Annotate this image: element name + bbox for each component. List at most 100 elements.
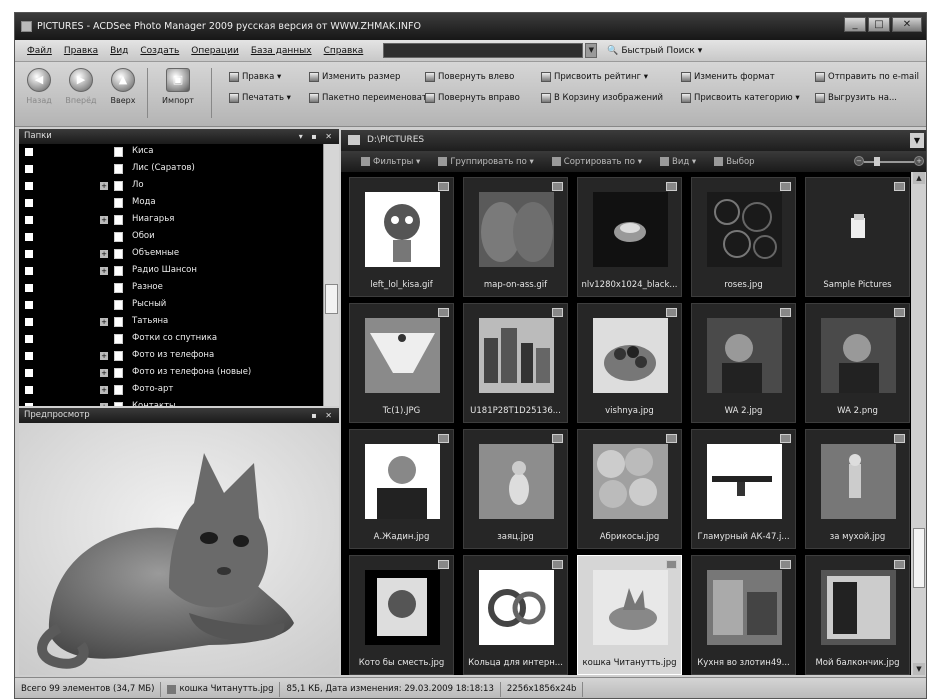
zoom-out-icon[interactable]: − xyxy=(854,156,864,166)
folder-checkbox[interactable] xyxy=(25,301,33,309)
expand-icon[interactable]: + xyxy=(100,352,108,360)
folder-checkbox[interactable] xyxy=(25,199,33,207)
thumbnail-tile[interactable]: WA 2.png xyxy=(805,303,910,423)
folder-checkbox[interactable] xyxy=(25,352,33,360)
thumbnail-size-slider[interactable]: − + xyxy=(854,156,924,167)
thumbnail-tile[interactable]: Кото бы сместь.jpg xyxy=(349,555,454,675)
send-email-button[interactable]: Отправить по e-mail xyxy=(815,72,919,82)
expand-icon[interactable]: + xyxy=(100,216,108,224)
menu-create[interactable]: Создать xyxy=(140,46,179,56)
thumbnail-tile[interactable]: left_lol_kisa.gif xyxy=(349,177,454,297)
close-button[interactable]: ✕ xyxy=(892,17,922,32)
folder-checkbox[interactable] xyxy=(25,318,33,326)
thumbnail-tile[interactable]: U181P28T1D25136... xyxy=(463,303,568,423)
folder-checkbox[interactable] xyxy=(25,369,33,377)
menu-help[interactable]: Справка xyxy=(324,46,364,56)
path-dropdown[interactable]: ▼ xyxy=(910,133,924,148)
resize-button[interactable]: Изменить размер xyxy=(309,72,400,82)
expand-icon[interactable]: + xyxy=(100,386,108,394)
folder-item[interactable]: Лис (Саратов) xyxy=(19,161,339,178)
folder-checkbox[interactable] xyxy=(25,386,33,394)
scroll-up-icon[interactable]: ▲ xyxy=(913,172,925,184)
expand-icon[interactable]: + xyxy=(100,403,108,406)
folder-item[interactable]: + Объемные xyxy=(19,246,339,263)
folder-item[interactable]: Киса xyxy=(19,144,339,161)
folder-checkbox[interactable] xyxy=(25,284,33,292)
view-mode-button[interactable]: Вид ▾ xyxy=(659,157,696,167)
assign-category-button[interactable]: Присвоить категорию ▾ xyxy=(681,93,800,103)
thumbnail-tile[interactable]: Гламурный АК-47.j... xyxy=(691,429,796,549)
thumbnail-tile[interactable]: map-on-ass.gif xyxy=(463,177,568,297)
folder-item[interactable]: Разное xyxy=(19,280,339,297)
thumbnail-tile[interactable]: заяц.jpg xyxy=(463,429,568,549)
zoom-knob[interactable] xyxy=(874,157,880,166)
zoom-in-icon[interactable]: + xyxy=(914,156,924,166)
expand-icon[interactable]: + xyxy=(100,369,108,377)
thumbnail-tile[interactable]: кошка Читанутть.jpg xyxy=(577,555,682,675)
forward-button[interactable]: ▶ Вперёд xyxy=(63,68,99,105)
thumbnail-tile[interactable]: Кольца для интерн... xyxy=(463,555,568,675)
folder-tree-scrollbar[interactable] xyxy=(323,144,339,406)
folder-item[interactable]: + Ниагарья xyxy=(19,212,339,229)
select-button[interactable]: Выбор xyxy=(714,157,755,167)
folder-item[interactable]: + Радио Шансон xyxy=(19,263,339,280)
thumbnail-tile[interactable]: Кухня во злотин49... xyxy=(691,555,796,675)
expand-icon[interactable]: + xyxy=(100,182,108,190)
print-button[interactable]: Печатать ▾ xyxy=(229,93,291,103)
folder-item[interactable]: + Контакты xyxy=(19,399,339,406)
folder-checkbox[interactable] xyxy=(25,403,33,406)
expand-icon[interactable]: + xyxy=(100,250,108,258)
menu-file[interactable]: Файл xyxy=(27,46,52,56)
folder-item[interactable]: Рысный xyxy=(19,297,339,314)
import-button[interactable]: ▣ Импорт xyxy=(155,68,201,105)
folder-item[interactable]: + Фото из телефона xyxy=(19,348,339,365)
convert-format-button[interactable]: Изменить формат xyxy=(681,72,775,82)
thumbnail-tile[interactable]: Мой балкончик.jpg xyxy=(805,555,910,675)
folder-item[interactable]: + Ло xyxy=(19,178,339,195)
upload-button[interactable]: Выгрузить на... xyxy=(815,93,897,103)
folder-item[interactable]: + Фото-арт xyxy=(19,382,339,399)
menu-view[interactable]: Вид xyxy=(110,46,128,56)
search-combo-dropdown[interactable]: ▼ xyxy=(585,43,598,58)
folder-checkbox[interactable] xyxy=(25,216,33,224)
folder-item[interactable]: Обои xyxy=(19,229,339,246)
scroll-down-icon[interactable]: ▼ xyxy=(913,663,925,675)
image-basket-button[interactable]: В Корзину изображений xyxy=(541,93,663,103)
folder-checkbox[interactable] xyxy=(25,148,33,156)
menu-database[interactable]: База данных xyxy=(251,46,312,56)
batch-rename-button[interactable]: Пакетно переименовать xyxy=(309,93,432,103)
thumbnail-grid-scrollbar[interactable]: ▲ ▼ xyxy=(912,172,926,675)
folder-checkbox[interactable] xyxy=(25,165,33,173)
sort-by-button[interactable]: Сортировать по ▾ xyxy=(551,157,642,167)
thumbnail-tile[interactable]: WA 2.jpg xyxy=(691,303,796,423)
rotate-left-button[interactable]: Повернуть влево xyxy=(425,72,514,82)
group-by-button[interactable]: Группировать по ▾ xyxy=(438,157,534,167)
thumbnail-tile[interactable]: Абрикосы.jpg xyxy=(577,429,682,549)
pane-controls[interactable]: ▪ ✕ xyxy=(311,408,335,423)
rating-button[interactable]: Присвоить рейтинг ▾ xyxy=(541,72,648,82)
folder-checkbox[interactable] xyxy=(25,335,33,343)
maximize-button[interactable]: □ xyxy=(868,17,890,32)
folder-item[interactable]: Мода xyxy=(19,195,339,212)
thumbnail-grid-scroll-thumb[interactable] xyxy=(913,528,925,588)
thumbnail-tile[interactable]: А.Жадин.jpg xyxy=(349,429,454,549)
expand-icon[interactable]: + xyxy=(100,318,108,326)
quick-search-button[interactable]: 🔍 Быстрый Поиск ▾ xyxy=(607,46,702,56)
menu-operations[interactable]: Операции xyxy=(191,46,239,56)
up-button[interactable]: ▲ Вверх xyxy=(105,68,141,105)
thumbnail-tile[interactable]: Tc(1).JPG xyxy=(349,303,454,423)
folder-item[interactable]: + Фото из телефона (новые) xyxy=(19,365,339,382)
minimize-button[interactable]: _ xyxy=(844,17,866,32)
filters-button[interactable]: Фильтры ▾ xyxy=(361,157,420,167)
rotate-right-button[interactable]: Повернуть вправо xyxy=(425,93,520,103)
folder-checkbox[interactable] xyxy=(25,267,33,275)
folder-tree-scroll-thumb[interactable] xyxy=(325,284,338,314)
menu-edit[interactable]: Правка xyxy=(64,46,98,56)
path-bar[interactable]: D:\PICTURES ▼ xyxy=(341,130,926,151)
edit-tool-button[interactable]: Правка ▾ xyxy=(229,72,281,82)
thumbnail-tile[interactable]: roses.jpg xyxy=(691,177,796,297)
folder-checkbox[interactable] xyxy=(25,250,33,258)
thumbnail-tile[interactable]: Sample Pictures xyxy=(805,177,910,297)
folder-checkbox[interactable] xyxy=(25,233,33,241)
thumbnail-tile[interactable]: nlv1280x1024_black... xyxy=(577,177,682,297)
